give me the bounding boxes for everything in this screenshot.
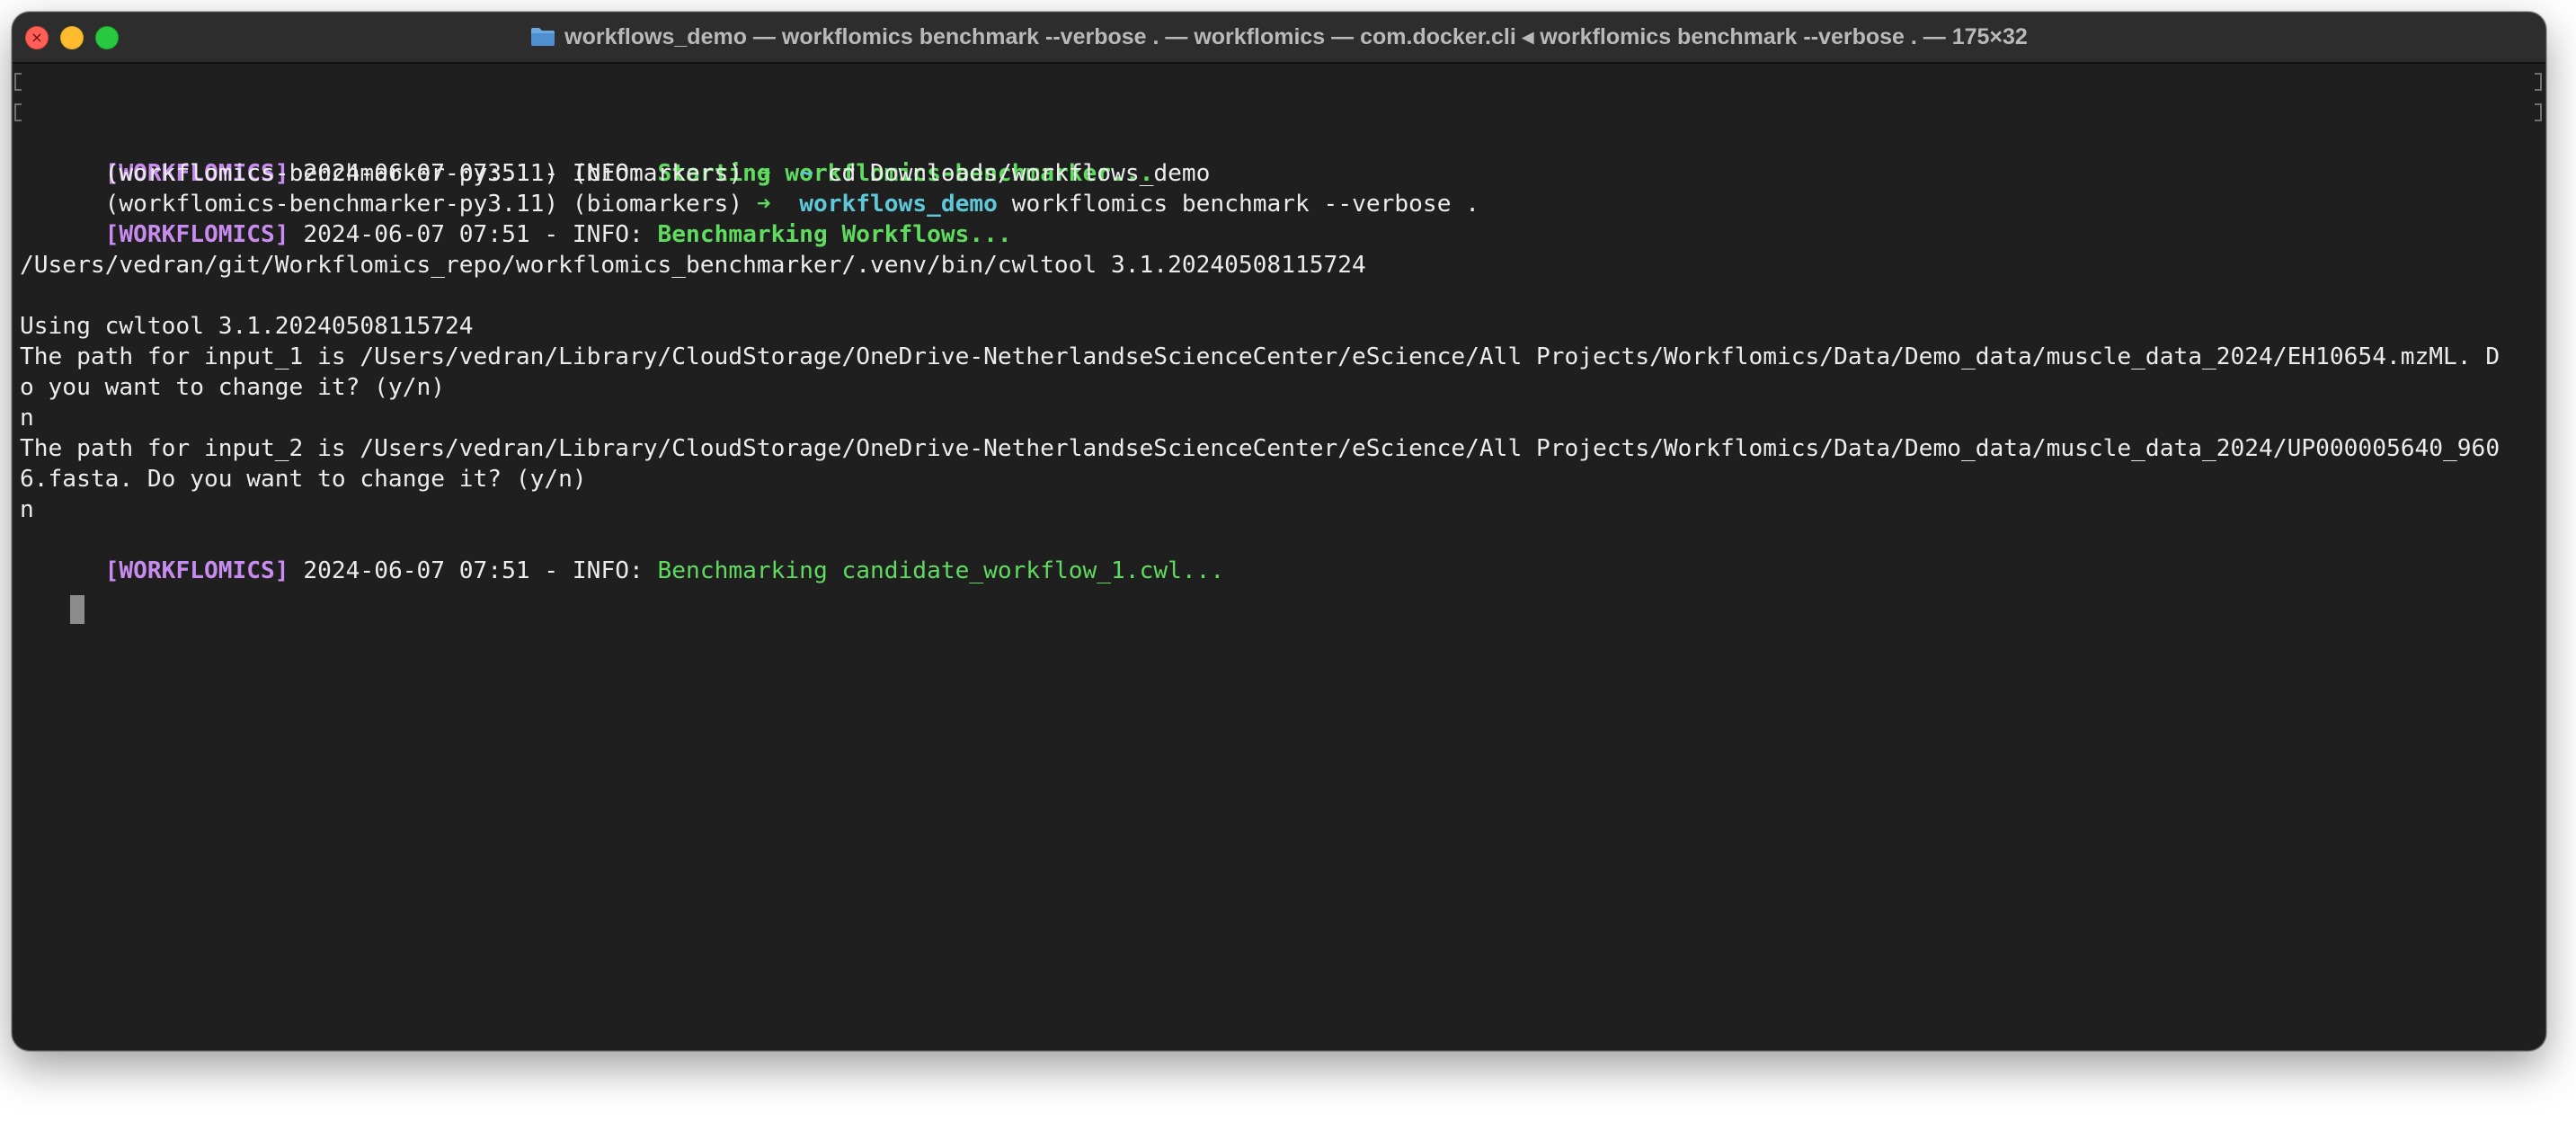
log-message: Benchmarking candidate_workflow_1.cwl...	[657, 557, 1225, 584]
output-line: The path for input_1 is /Users/vedran/Li…	[20, 343, 2500, 370]
output-line: n	[20, 405, 34, 432]
prompt-env: (workflomics-benchmarker-py3.11) (biomar…	[104, 160, 757, 187]
terminal-output[interactable]: (workflomics-benchmarker-py3.11) (biomar…	[14, 67, 2542, 1050]
terminal-window: × workflows_demo — workflomics benchmark…	[12, 12, 2546, 1051]
prompt-arrow-icon: ➜	[756, 160, 771, 187]
command-text: cd Downloads/workflows_demo	[827, 160, 1211, 187]
prompt-line-1: (workflomics-benchmarker-py3.11) (biomar…	[14, 67, 2542, 187]
window-title: workflows_demo — workflomics benchmark -…	[564, 24, 2028, 49]
title-bar[interactable]: × workflows_demo — workflomics benchmark…	[13, 13, 2545, 64]
mark-left-icon	[14, 73, 22, 91]
terminal-cursor	[70, 595, 84, 624]
output-line: n	[20, 496, 34, 523]
log-tag: [WORKFLOMICS]	[104, 557, 289, 584]
output-line: /Users/vedran/git/Workflomics_repo/workf…	[20, 252, 1366, 279]
log-prefix: 2024-06-07 07:51 - INFO:	[303, 557, 658, 584]
window-title-container: workflows_demo — workflomics benchmark -…	[13, 13, 2545, 62]
prompt-cwd: workflows_demo	[799, 191, 998, 218]
mark-right-icon	[2535, 103, 2542, 121]
log-tag: [WORKFLOMICS]	[104, 221, 289, 248]
log-message: Benchmarking Workflows...	[657, 221, 1012, 248]
prompt-line-2: (workflomics-benchmarker-py3.11) (biomar…	[14, 97, 2542, 218]
command-text: workflomics benchmark --verbose .	[1011, 191, 1479, 218]
output-line: 6.fasta. Do you want to change it? (y/n)	[20, 466, 587, 493]
output-line: The path for input_2 is /Users/vedran/Li…	[20, 435, 2500, 462]
prompt-env: (workflomics-benchmarker-py3.11) (biomar…	[104, 191, 757, 218]
output-line: Using cwltool 3.1.20240508115724	[20, 313, 474, 340]
prompt-arrow-icon: ➜	[756, 191, 771, 218]
output-line: o you want to change it? (y/n)	[20, 374, 445, 401]
mark-left-icon	[14, 103, 22, 121]
log-line-candidate: [WORKFLOMICS] 2024-06-07 07:51 - INFO: B…	[20, 525, 2538, 584]
mark-right-icon	[2535, 73, 2542, 91]
log-line-starting: [WORKFLOMICS] 2024-06-07 07:51 - INFO: S…	[20, 128, 2538, 187]
log-prefix: 2024-06-07 07:51 - INFO:	[303, 221, 658, 248]
folder-icon	[530, 15, 555, 46]
prompt-cwd: ~	[799, 160, 813, 187]
